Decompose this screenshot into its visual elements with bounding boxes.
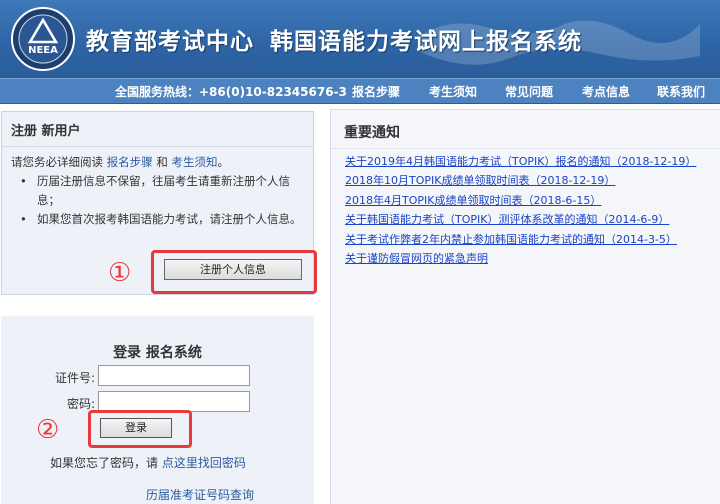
forgot-prefix: 如果您忘了密码，请 [50, 456, 159, 470]
org-name: 教育部考试中心 [86, 29, 254, 55]
app-root: NEEA 教育部考试中心 韩国语能力考试网上报名系统 全国服务热线：+86(0)1… [0, 0, 720, 504]
notice-link[interactable]: 关于谨防假冒网页的紧急声明 [345, 249, 696, 268]
site-title: 教育部考试中心 韩国语能力考试网上报名系统 [86, 22, 598, 56]
id-label: 证件号: [55, 371, 96, 385]
annotation-box-1 [151, 250, 317, 294]
bullet-text: 如果您首次报考韩国语能力考试，请注册个人信息。 [37, 212, 302, 226]
password-input[interactable] [98, 391, 250, 412]
intro-and: 和 [156, 155, 168, 169]
bullet-icon: • [20, 174, 27, 188]
register-bullet-list: • 历届注册信息不保留，往届考生请重新注册个人信息； • 如果您首次报考韩国语能力考… [11, 172, 309, 229]
bullet-text: 历届注册信息不保留，往届考生请重新注册个人信息； [37, 174, 290, 207]
forgot-password-text: 如果您忘了密码，请 点这里找回密码 [50, 454, 246, 471]
id-number-input[interactable] [98, 365, 250, 386]
nav-bar: 全国服务热线：+86(0)10-82345676-3 报名步骤 考生须知 常见问… [0, 78, 720, 104]
notice-divider [331, 148, 720, 149]
logo-text: NEEA [28, 45, 58, 56]
annotation-step-2: ② [36, 415, 60, 445]
nav-item-faq[interactable]: 常见问题 [505, 83, 553, 100]
nav-item-notice[interactable]: 考生须知 [429, 83, 477, 100]
site-header: NEEA 教育部考试中心 韩国语能力考试网上报名系统 [0, 0, 720, 78]
notice-list: 关于2019年4月韩国语能力考试（TOPIK）报名的通知（2018-12-19）… [345, 152, 696, 268]
intro-link-steps[interactable]: 报名步骤 [107, 155, 153, 169]
nav-item-test-centers[interactable]: 考点信息 [582, 83, 630, 100]
list-item: • 如果您首次报考韩国语能力考试，请注册个人信息。 [11, 210, 309, 229]
notice-link[interactable]: 关于韩国语能力考试（TOPIK）测评体系改革的通知（2014-6-9） [345, 210, 696, 229]
login-title: 登录 报名系统 [113, 345, 202, 361]
intro-link-notice[interactable]: 考生须知 [171, 155, 217, 169]
notice-link[interactable]: 2018年4月TOPIK成绩单领取时间表（2018-6-15） [345, 191, 696, 210]
nav-item-contact[interactable]: 联系我们 [657, 83, 705, 100]
intro-suffix: 。 [217, 155, 229, 169]
bullet-icon: • [20, 212, 27, 226]
register-intro: 请您务必详细阅读 报名步骤 和 考生须知。 [11, 154, 229, 170]
register-title: 注册 新用户 [11, 124, 81, 139]
notice-title: 重要通知 [344, 125, 400, 141]
service-hotline: 全国服务热线：+86(0)10-82345676-3 [115, 85, 347, 99]
register-divider [2, 146, 313, 147]
annotation-box-2 [88, 410, 192, 448]
history-admission-query-link[interactable]: 历届准考证号码查询 [146, 486, 254, 503]
intro-prefix: 请您务必详细阅读 [11, 155, 103, 169]
annotation-step-1: ① [108, 258, 132, 288]
nav-item-steps[interactable]: 报名步骤 [352, 83, 400, 100]
list-item: • 历届注册信息不保留，往届考生请重新注册个人信息； [11, 172, 309, 210]
notice-panel: 重要通知 关于2019年4月韩国语能力考试（TOPIK）报名的通知（2018-1… [330, 109, 720, 504]
notice-link[interactable]: 2018年10月TOPIK成绩单领取时间表（2018-12-19） [345, 171, 696, 190]
system-name: 韩国语能力考试网上报名系统 [270, 29, 582, 55]
notice-link[interactable]: 关于考试作弊者2年内禁止参加韩国语能力考试的通知（2014-3-5） [345, 230, 696, 249]
notice-link[interactable]: 关于2019年4月韩国语能力考试（TOPIK）报名的通知（2018-12-19） [345, 152, 696, 171]
neea-logo-icon: NEEA [11, 7, 75, 71]
forgot-password-link[interactable]: 点这里找回密码 [162, 456, 246, 470]
